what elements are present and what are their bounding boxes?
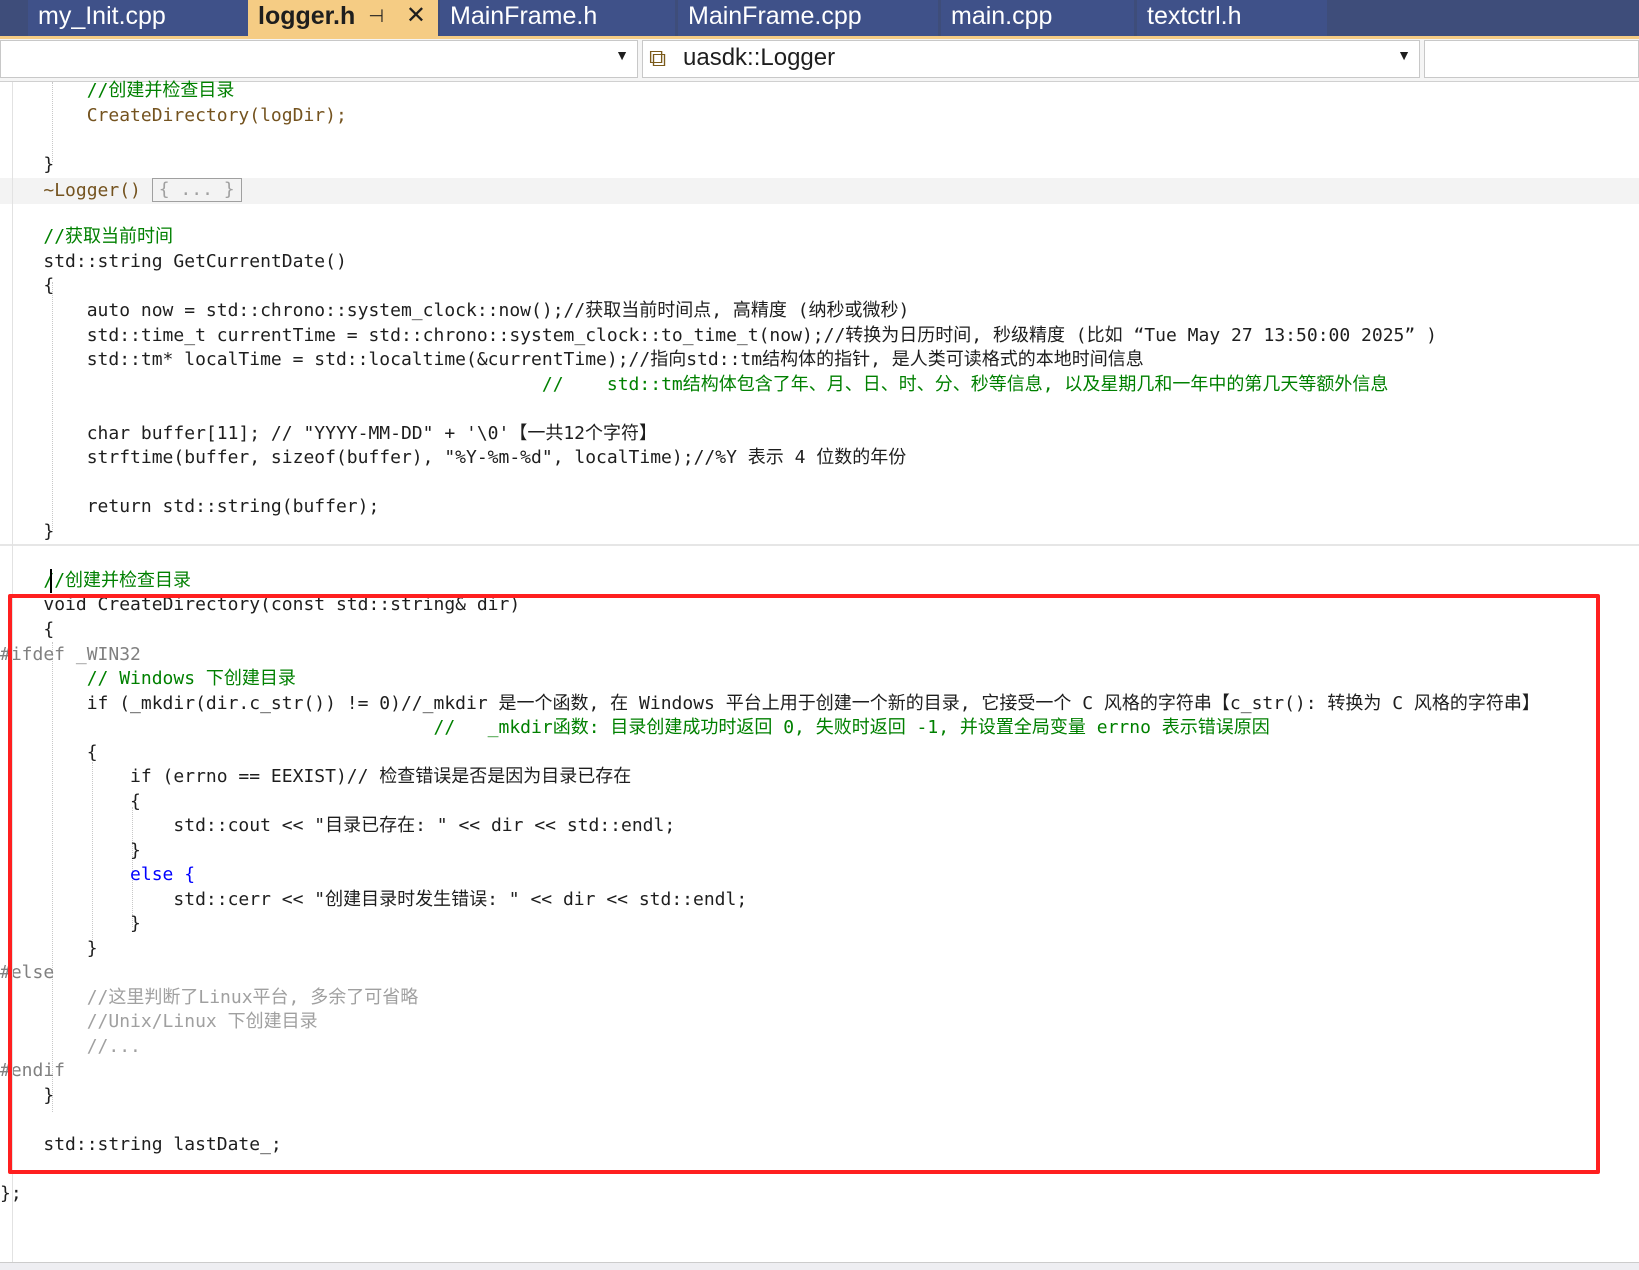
tab-mainframe-cpp[interactable]: MainFrame.cpp [678, 0, 938, 36]
comment: // std::tm结构体包含了年、月、日、时、分、秒等信息, 以及星期几和一年… [541, 374, 1389, 395]
tab-label: MainFrame.h [450, 2, 598, 30]
tab-label: MainFrame.cpp [688, 2, 862, 30]
code-line: auto now = std::chrono::system_clock::no… [0, 298, 1639, 323]
code-line: } [0, 519, 1639, 544]
code-line: char buffer[11]; // "YYYY-MM-DD" + '\0'【… [0, 421, 1639, 446]
code-text: char buffer[11]; // "YYYY-MM-DD" + '\0'【… [86, 423, 658, 444]
code-line: { [0, 273, 1639, 298]
code-text: }; [0, 1183, 22, 1204]
comment: //获取当前时间 [43, 226, 174, 247]
code-text: std::tm* localTime = std::localtime(&cur… [86, 349, 1144, 370]
tab-main-cpp[interactable]: main.cpp [941, 0, 1134, 36]
function-dropdown[interactable] [1424, 40, 1639, 78]
pin-icon[interactable]: ⊣ [368, 0, 384, 32]
code-line: //创建并检查目录 [0, 568, 1639, 593]
document-tab-bar: my_Init.cpp logger.h ⊣ ✕ MainFrame.h Mai… [0, 0, 1639, 38]
code-text: { [43, 275, 55, 296]
code-line: //获取当前时间 [0, 224, 1639, 249]
text-cursor [50, 569, 52, 593]
code-text: std::string GetCurrentDate() [43, 251, 347, 272]
tab-label: logger.h [258, 2, 356, 30]
current-line-frame [0, 544, 1639, 546]
code-line: CreateDirectory(logDir); [0, 103, 1639, 128]
collapsed-region[interactable]: { ... } [151, 178, 242, 202]
comment: //创建并检查目录 [43, 570, 192, 591]
code-text: ~Logger() [43, 180, 141, 201]
tab-label: my_Init.cpp [38, 2, 166, 30]
tab-textctrl-h[interactable]: textctrl.h [1137, 0, 1327, 36]
close-icon[interactable]: ✕ [406, 0, 426, 32]
tab-mainframe-h[interactable]: MainFrame.h [440, 0, 675, 36]
tab-logger-h[interactable]: logger.h ⊣ ✕ [248, 0, 438, 36]
code-line: strftime(buffer, sizeof(buffer), "%Y-%m-… [0, 445, 1639, 470]
chevron-down-icon: ▼ [615, 47, 629, 63]
code-text: auto now = std::chrono::system_clock::no… [86, 300, 910, 321]
tab-my-init-cpp[interactable]: my_Init.cpp [28, 0, 248, 36]
comment: //创建并检查目录 [86, 80, 235, 101]
chevron-down-icon: ▼ [1397, 47, 1411, 63]
code-line: std::string GetCurrentDate() [0, 249, 1639, 274]
member-label: uasdk::Logger [683, 44, 836, 71]
code-line: //创建并检查目录 [0, 78, 1639, 103]
code-line: ~Logger() { ... } [0, 178, 1639, 203]
member-dropdown[interactable]: ⧉ uasdk::Logger ▼ [642, 40, 1420, 78]
scope-dropdown[interactable]: ▼ [0, 40, 638, 78]
code-text: std::time_t currentTime = std::chrono::s… [86, 325, 1437, 346]
code-text: CreateDirectory(logDir); [86, 105, 347, 126]
code-line: } [0, 152, 1639, 177]
code-line: // std::tm结构体包含了年、月、日、时、分、秒等信息, 以及星期几和一年… [0, 372, 1639, 397]
code-text: } [43, 154, 55, 175]
navigation-bar: ▼ ⧉ uasdk::Logger ▼ [0, 39, 1639, 82]
class-icon: ⧉ [649, 45, 667, 72]
tab-label: textctrl.h [1147, 2, 1242, 30]
code-text: } [43, 521, 55, 542]
code-text: return std::string(buffer); [86, 496, 380, 517]
code-line: }; [0, 1181, 1639, 1206]
code-line: std::time_t currentTime = std::chrono::s… [0, 323, 1639, 348]
highlight-annotation-box [8, 594, 1600, 1174]
code-line: return std::string(buffer); [0, 494, 1639, 519]
tab-label: main.cpp [951, 2, 1053, 30]
code-text: strftime(buffer, sizeof(buffer), "%Y-%m-… [86, 447, 907, 468]
code-line: std::tm* localTime = std::localtime(&cur… [0, 347, 1639, 372]
